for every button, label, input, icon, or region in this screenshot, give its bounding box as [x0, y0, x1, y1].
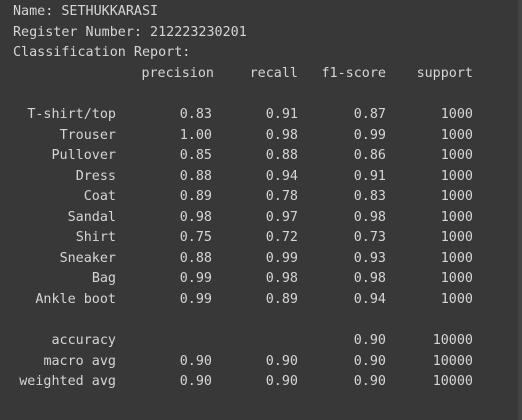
f1-score-value: 0.99 — [353, 127, 386, 143]
row-label: macro avg — [43, 353, 116, 369]
precision-value: 0.85 — [179, 148, 212, 163]
recall-value: 0.89 — [265, 291, 298, 307]
register-number-line: Register Number: 212223230201 — [13, 25, 247, 40]
precision-value: 0.75 — [179, 230, 212, 245]
header-precision: precision — [141, 66, 214, 81]
support-value: 1000 — [440, 291, 473, 307]
f1-score-value: 0.87 — [353, 107, 386, 122]
recall-value: 0.91 — [265, 107, 298, 122]
support-value: 1000 — [440, 209, 473, 225]
row-label: weighted avg — [19, 374, 116, 389]
recall-value: 0.90 — [265, 353, 298, 369]
row-label: Pullover — [51, 148, 117, 163]
f1-score-value: 0.90 — [353, 374, 386, 389]
recall-value: 0.90 — [265, 374, 298, 389]
support-value: 1000 — [440, 271, 473, 286]
row-label: Sneaker — [59, 250, 116, 266]
f1-score-value: 0.98 — [353, 209, 386, 225]
row-label: Coat — [83, 189, 116, 204]
support-value: 1000 — [440, 107, 473, 122]
precision-value: 0.90 — [179, 374, 212, 389]
row-label: Bag — [91, 271, 116, 286]
support-value: 10000 — [432, 333, 473, 348]
row-label: T-shirt/top — [27, 107, 116, 122]
f1-score-value: 0.90 — [353, 333, 386, 348]
f1-score-value: 0.83 — [353, 189, 386, 204]
recall-value: 0.98 — [265, 127, 298, 143]
precision-value: 0.98 — [179, 209, 212, 225]
output-console: Name: SETHUKKARASI Register Number: 2122… — [0, 0, 522, 420]
support-value: 1000 — [440, 127, 473, 143]
precision-value: 0.99 — [179, 291, 212, 307]
f1-score-value: 0.91 — [353, 168, 386, 184]
row-label: Dress — [75, 168, 116, 184]
f1-score-value: 0.73 — [353, 230, 386, 245]
precision-value: 0.99 — [179, 271, 212, 286]
name-line: Name: SETHUKKARASI — [13, 4, 159, 19]
header-f1-score: f1-score — [321, 66, 387, 81]
support-value: 1000 — [440, 168, 473, 184]
precision-value: 0.88 — [179, 250, 212, 266]
precision-value: 0.89 — [179, 189, 212, 204]
support-value: 1000 — [440, 250, 473, 266]
recall-value: 0.97 — [265, 209, 298, 225]
row-label: Trouser — [59, 127, 116, 143]
f1-score-value: 0.86 — [353, 148, 386, 163]
f1-score-value: 0.94 — [353, 291, 386, 307]
precision-value: 0.83 — [179, 107, 212, 122]
scrollbar-track[interactable] — [518, 0, 522, 420]
precision-value: 0.90 — [179, 353, 212, 369]
header-support: support — [416, 66, 473, 81]
support-value: 1000 — [440, 230, 473, 245]
row-label: accuracy — [51, 333, 117, 348]
f1-score-value: 0.93 — [353, 250, 386, 266]
recall-value: 0.98 — [265, 271, 298, 286]
support-value: 1000 — [440, 148, 473, 163]
recall-value: 0.78 — [265, 189, 298, 204]
f1-score-value: 0.90 — [353, 353, 386, 369]
support-value: 1000 — [440, 189, 473, 204]
precision-value: 1.00 — [179, 127, 212, 143]
recall-value: 0.72 — [265, 230, 298, 245]
recall-value: 0.88 — [265, 148, 298, 163]
support-value: 10000 — [432, 353, 473, 369]
f1-score-value: 0.98 — [353, 271, 386, 286]
precision-value: 0.88 — [179, 168, 212, 184]
recall-value: 0.94 — [265, 168, 298, 184]
row-label: Ankle boot — [35, 291, 116, 307]
header-recall: recall — [249, 66, 298, 81]
recall-value: 0.99 — [265, 250, 298, 266]
report-title: Classification Report: — [13, 45, 191, 60]
row-label: Shirt — [75, 230, 116, 245]
support-value: 10000 — [432, 374, 473, 389]
row-label: Sandal — [67, 209, 116, 225]
